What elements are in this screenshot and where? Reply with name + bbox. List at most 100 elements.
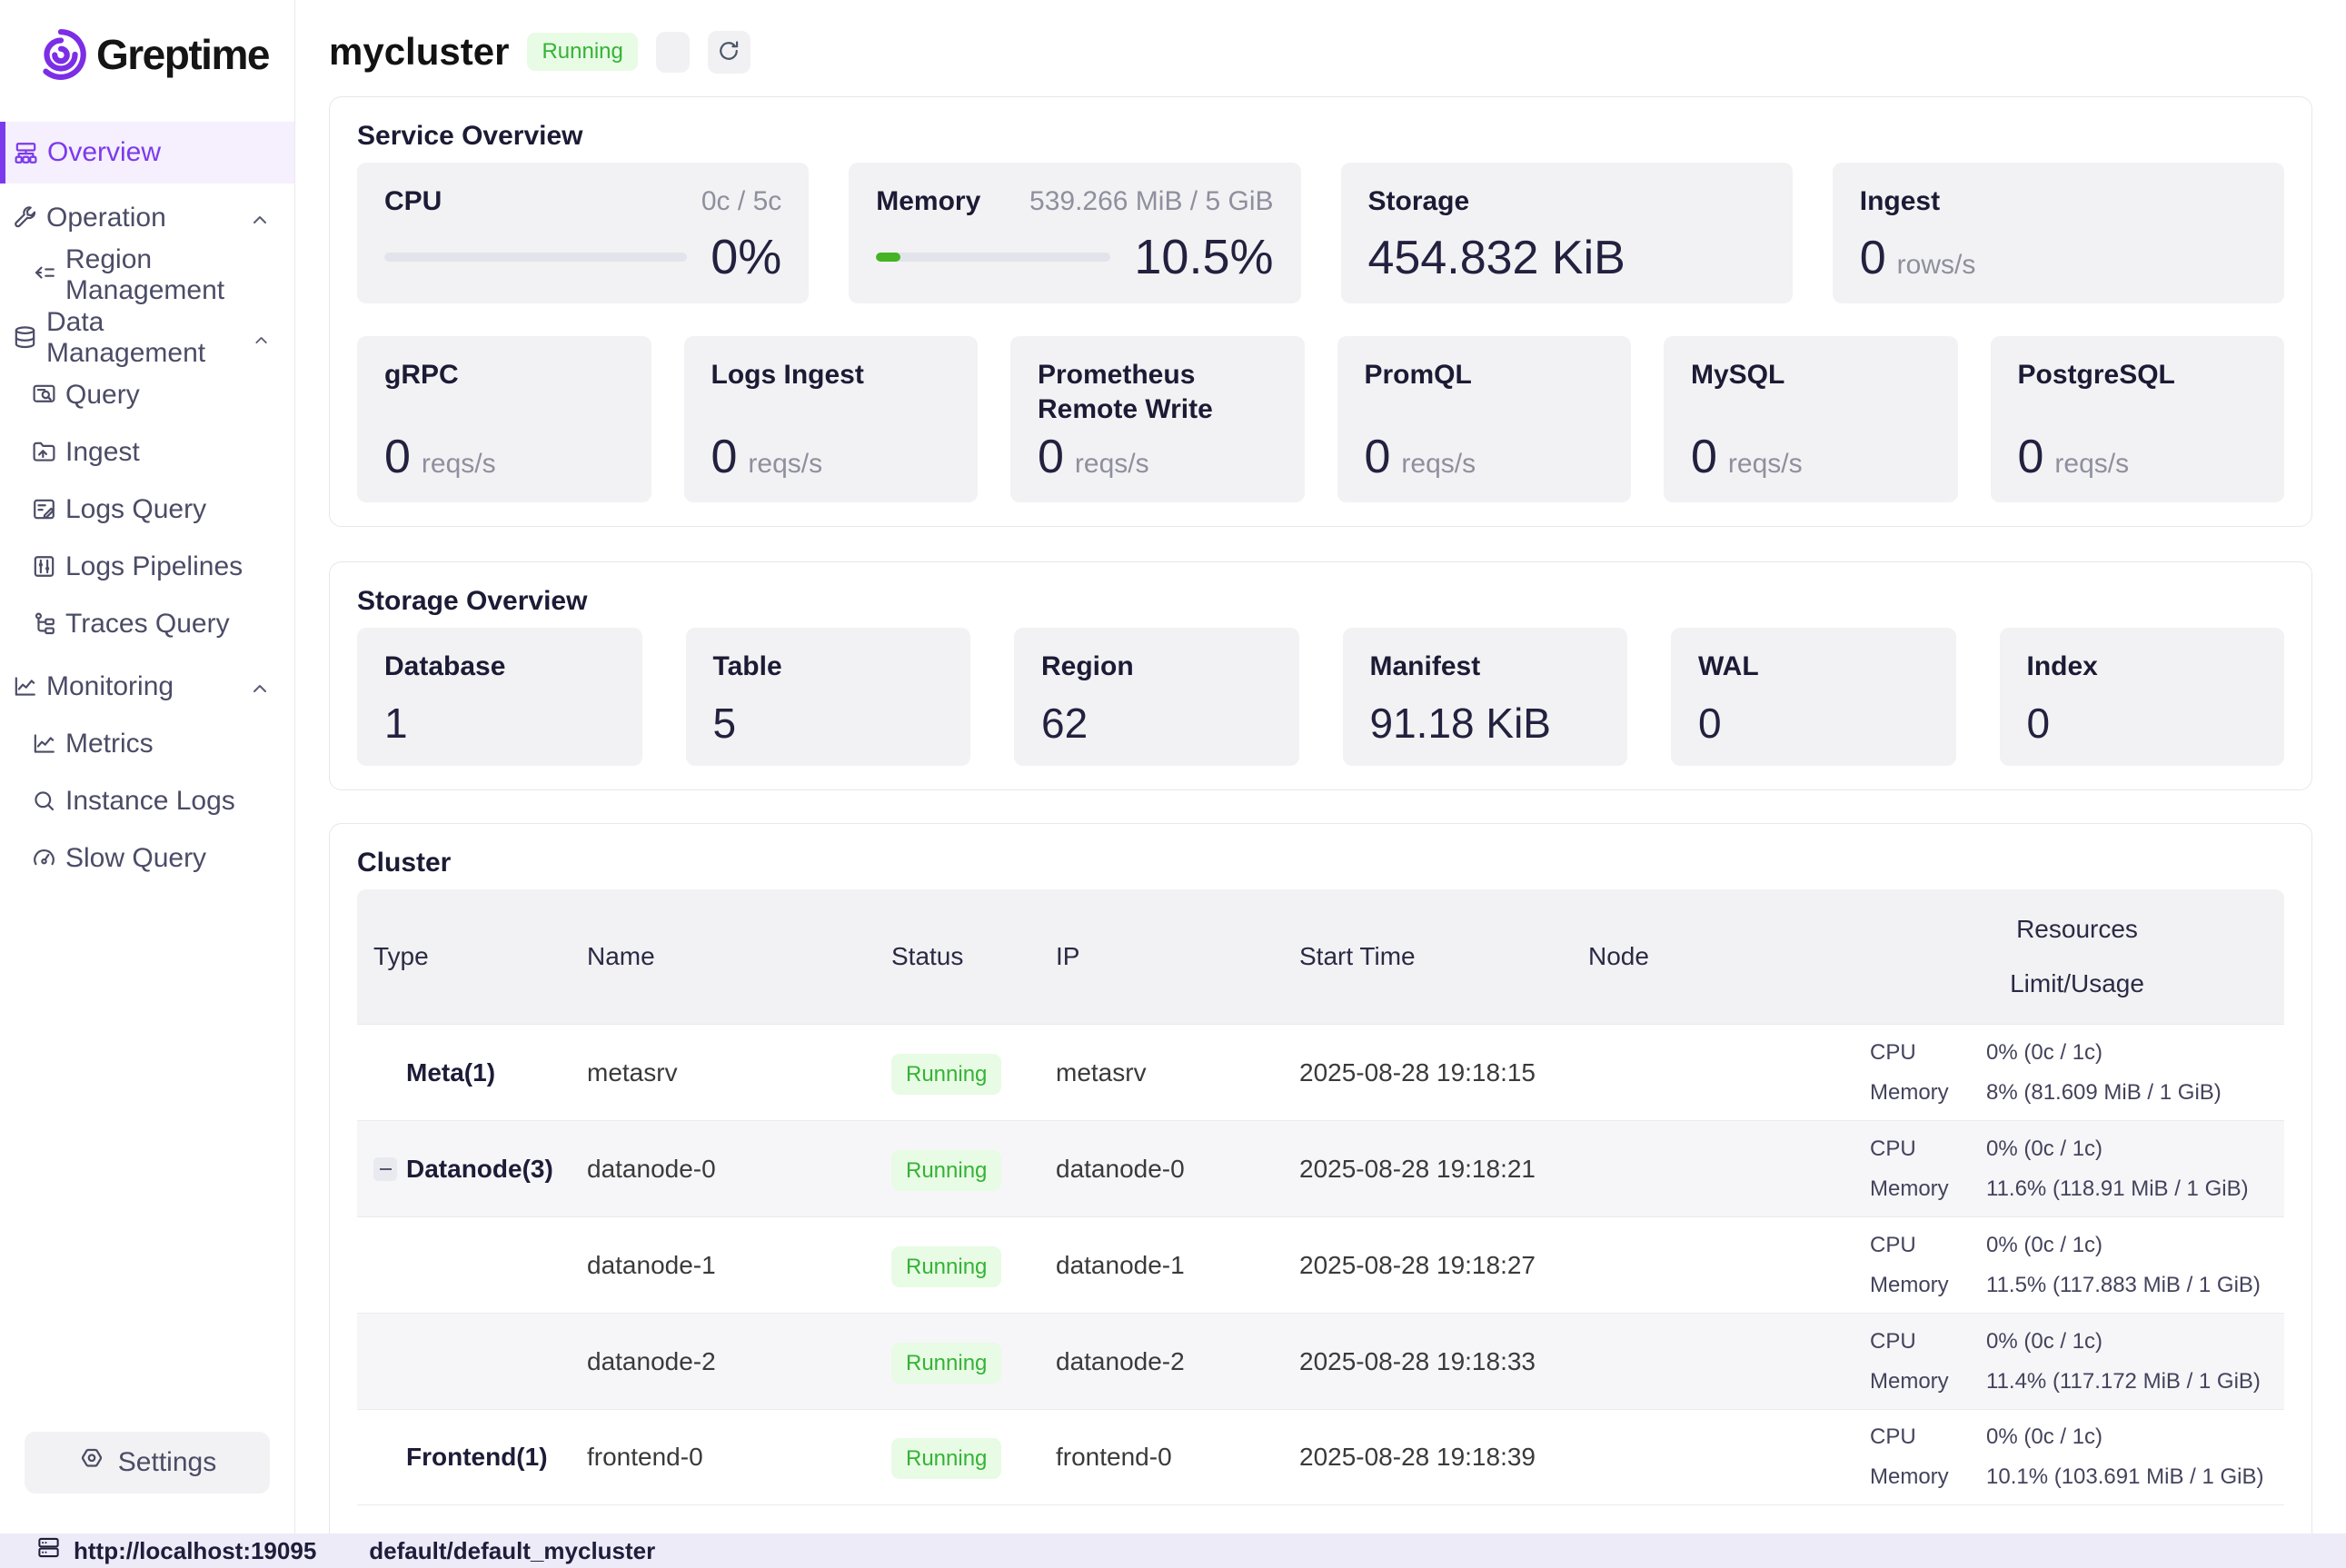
memory-percent: 10.5%	[1134, 233, 1273, 282]
sidebar-item-logs-query[interactable]: Logs Query	[0, 481, 294, 538]
sidebar-nav: Overview Operation Region Management	[0, 122, 294, 887]
greptime-spiral-icon	[35, 28, 87, 81]
chevron-up-icon	[249, 676, 271, 698]
cluster-title: Cluster	[357, 848, 2284, 878]
row-status-cell: Running	[891, 1443, 1056, 1472]
cpu-row-label: CPU	[1870, 1329, 1986, 1355]
sidebar-item-metrics[interactable]: Metrics	[0, 715, 294, 772]
sidebar-item-traces-query[interactable]: Traces Query	[0, 595, 294, 652]
service-overview-panel: Service Overview CPU 0c / 5c 0% Memory 5…	[329, 96, 2312, 527]
manifest-value: 91.18 KiB	[1370, 702, 1601, 744]
col-name: Name	[587, 942, 891, 971]
server-url[interactable]: http://localhost:19095	[74, 1537, 316, 1565]
refresh-button[interactable]	[708, 31, 751, 74]
sidebar-item-query[interactable]: Query	[0, 366, 294, 423]
index-label: Index	[2027, 650, 2258, 684]
row-resources: CPU 0% (0c / 1c) Memory 11.5% (117.883 M…	[1870, 1233, 2284, 1298]
gear-icon	[78, 1445, 105, 1480]
memory-row-value: 10.1% (103.691 MiB / 1 GiB)	[1986, 1464, 2284, 1490]
promql-card: PromQL 0 reqs/s	[1337, 336, 1632, 502]
monitoring-icon	[12, 673, 38, 700]
col-start-time: Start Time	[1299, 942, 1588, 971]
refresh-icon	[716, 38, 741, 66]
region-card: Region 62	[1014, 628, 1299, 766]
sidebar-item-logs-pipelines[interactable]: Logs Pipelines	[0, 538, 294, 595]
sidebar-item-operation[interactable]: Operation	[0, 189, 294, 246]
col-status: Status	[891, 942, 1056, 971]
promql-label: PromQL	[1365, 358, 1605, 392]
settings-button[interactable]: Settings	[25, 1432, 270, 1494]
main-content: mycluster Running Service Overview CPU 0…	[295, 0, 2346, 1533]
memory-label: Memory	[876, 184, 980, 219]
row-start-time: 2025-08-28 19:18:33	[1299, 1347, 1588, 1376]
row-resources: CPU 0% (0c / 1c) Memory 10.1% (103.691 M…	[1870, 1424, 2284, 1490]
row-start-time: 2025-08-28 19:18:27	[1299, 1251, 1588, 1280]
table-row: datanode-1 Running datanode-1 2025-08-28…	[357, 1216, 2284, 1313]
row-name: datanode-2	[587, 1347, 891, 1376]
chevron-up-icon	[249, 207, 271, 229]
status-bar: http://localhost:19095 default/default_m…	[0, 1533, 2346, 1568]
ingest-value: 0	[1860, 234, 1886, 282]
grpc-label: gRPC	[384, 358, 624, 392]
sidebar-item-data-management[interactable]: Data Management	[0, 309, 294, 366]
row-status-badge: Running	[891, 1246, 1001, 1287]
row-name: datanode-0	[587, 1155, 891, 1184]
sidebar-item-overview[interactable]: Overview	[0, 122, 294, 184]
sidebar-item-region-management[interactable]: Region Management	[0, 246, 294, 303]
brand-logo[interactable]: Greptime	[0, 0, 294, 91]
prometheus-remote-write-label: Prometheus Remote Write	[1038, 358, 1277, 426]
wal-value: 0	[1698, 702, 1929, 744]
prometheus-remote-write-unit: reqs/s	[1075, 449, 1149, 480]
cpu-card: CPU 0c / 5c 0%	[357, 163, 809, 303]
header-extra-button[interactable]	[656, 32, 690, 73]
row-type-label: Datanode(3)	[406, 1155, 553, 1184]
cpu-percent: 0%	[711, 233, 781, 282]
cluster-panel: Cluster Type Name Status IP Start Time N…	[329, 823, 2312, 1533]
table-row: Meta(1) metasrv Running metasrv 2025-08-…	[357, 1024, 2284, 1120]
logs-ingest-value: 0	[711, 433, 738, 481]
page-title: mycluster	[329, 30, 509, 74]
row-status-cell: Running	[891, 1058, 1056, 1087]
storage-overview-panel: Storage Overview Database 1 Table 5 Regi…	[329, 561, 2312, 790]
col-resources: Resources Limit/Usage	[1870, 889, 2284, 1024]
database-selector[interactable]: default/default_mycluster	[369, 1537, 655, 1565]
gauge-icon	[31, 845, 57, 871]
sidebar-item-instance-logs[interactable]: Instance Logs	[0, 772, 294, 829]
traces-query-icon	[31, 610, 57, 637]
row-start-time: 2025-08-28 19:18:15	[1299, 1058, 1588, 1087]
status-badge: Running	[527, 33, 637, 71]
cpu-row-value: 0% (0c / 1c)	[1986, 1136, 2284, 1162]
row-ip: datanode-1	[1056, 1251, 1299, 1280]
row-resources: CPU 0% (0c / 1c) Memory 11.6% (118.91 Mi…	[1870, 1136, 2284, 1202]
sidebar-item-label: Logs Pipelines	[65, 551, 243, 582]
sidebar-item-slow-query[interactable]: Slow Query	[0, 829, 294, 887]
sidebar-item-ingest[interactable]: Ingest	[0, 423, 294, 481]
row-ip: metasrv	[1056, 1058, 1299, 1087]
search-icon	[31, 788, 57, 814]
collapse-button[interactable]	[373, 1157, 397, 1181]
sidebar-item-label: Operation	[46, 203, 166, 233]
memory-card: Memory 539.266 MiB / 5 GiB 10.5%	[849, 163, 1300, 303]
sidebar-item-label: Ingest	[65, 437, 140, 468]
cpu-row-value: 0% (0c / 1c)	[1986, 1329, 2284, 1355]
index-value: 0	[2027, 702, 2258, 744]
cpu-row-value: 0% (0c / 1c)	[1986, 1424, 2284, 1450]
row-type-cell	[373, 1314, 587, 1409]
settings-wrap: Settings	[0, 1432, 294, 1533]
sidebar-item-label: Query	[65, 380, 140, 411]
chevron-up-icon	[252, 327, 271, 349]
cluster-table-header: Type Name Status IP Start Time Node Reso…	[357, 889, 2284, 1024]
storage-stats-row: Database 1 Table 5 Region 62 Manifest 91…	[357, 628, 2284, 766]
row-status-badge: Running	[891, 1438, 1001, 1479]
cpu-row-value: 0% (0c / 1c)	[1986, 1233, 2284, 1258]
col-node: Node	[1588, 942, 1870, 971]
sidebar-item-label: Overview	[47, 137, 161, 168]
grpc-value: 0	[384, 433, 411, 481]
memory-row-label: Memory	[1870, 1176, 1986, 1202]
service-rate-row: gRPC 0 reqs/s Logs Ingest 0 reqs/s Prome…	[357, 336, 2284, 502]
row-status-badge: Running	[891, 1343, 1001, 1384]
cpu-progress-track	[384, 253, 687, 262]
index-card: Index 0	[2000, 628, 2285, 766]
sidebar-item-monitoring[interactable]: Monitoring	[0, 658, 294, 715]
postgresql-unit: reqs/s	[2054, 449, 2129, 480]
